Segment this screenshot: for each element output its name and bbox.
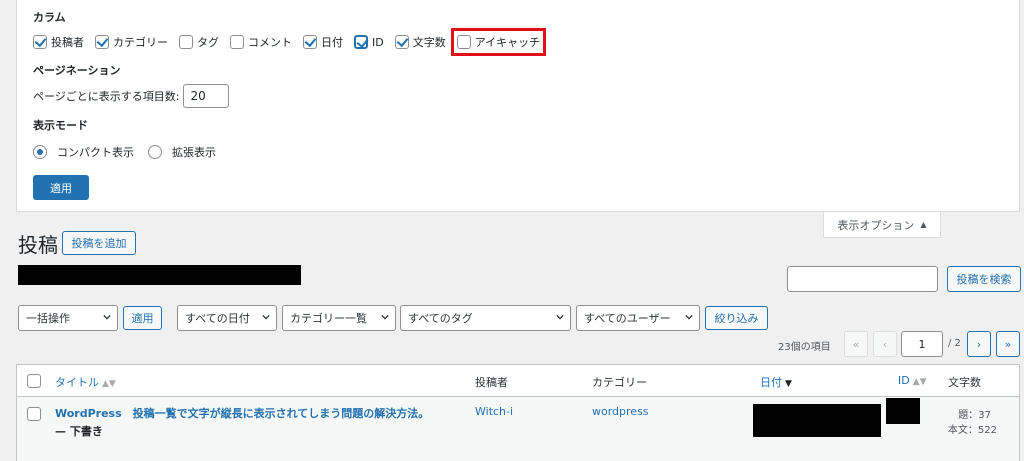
- column-toggle-label: アイキャッチ: [474, 36, 541, 49]
- post-category-link[interactable]: wordpress: [592, 405, 649, 418]
- screen-options-tab-label: 表示オプション: [837, 218, 915, 232]
- category-filter-value: カテゴリー一覧: [290, 312, 367, 325]
- column-toggle-id[interactable]: ID: [354, 33, 384, 51]
- column-toggle-label: タグ: [197, 36, 219, 49]
- post-author-link[interactable]: Witch-i: [475, 405, 513, 418]
- total-pages: / 2: [948, 338, 961, 349]
- per-page-setting: ページごとに表示する項目数:: [33, 84, 229, 108]
- category-filter-select[interactable]: カテゴリー一覧: [282, 305, 396, 331]
- column-header-author: 投稿者: [475, 376, 508, 389]
- tag-filter-select[interactable]: すべてのタグ: [400, 305, 571, 331]
- add-new-post-button[interactable]: 投稿を追加: [62, 231, 136, 255]
- sort-icon: ▲▼: [912, 377, 927, 387]
- date-filter-value: すべての日付: [185, 312, 250, 325]
- column-toggle-label: ID: [372, 35, 384, 49]
- table-header: タイトル ▲▼ 投稿者 カテゴリー 日付 ▼ ID ▲▼ 文字数: [17, 365, 1019, 397]
- radio-unselected-icon[interactable]: [148, 145, 162, 159]
- column-toggle-word-count[interactable]: 文字数: [394, 33, 446, 51]
- chevron-down-icon: [685, 314, 693, 320]
- redacted-area: [18, 265, 301, 285]
- column-toggle-category[interactable]: カテゴリー: [95, 33, 168, 51]
- sort-desc-icon: ▼: [785, 379, 792, 389]
- first-page-button[interactable]: «: [844, 331, 868, 357]
- view-mode-heading: 表示モード: [33, 119, 88, 132]
- screen-options-apply-button[interactable]: 適用: [33, 175, 89, 200]
- chevron-down-icon: [556, 314, 564, 320]
- items-count: 23個の項目: [778, 342, 831, 353]
- checkbox-checked-icon[interactable]: [95, 35, 109, 49]
- filter-button[interactable]: 絞り込み: [705, 306, 768, 330]
- column-header-word-count: 文字数: [948, 376, 981, 389]
- next-page-button[interactable]: ›: [967, 331, 991, 357]
- select-all-checkbox[interactable]: [27, 374, 41, 388]
- posts-table: タイトル ▲▼ 投稿者 カテゴリー 日付 ▼ ID ▲▼ 文字数 WordPress …: [16, 364, 1020, 461]
- user-filter-value: すべてのユーザー: [584, 312, 671, 325]
- radio-selected-icon[interactable]: [33, 145, 47, 159]
- screen-options-panel: カラム 投稿者 カテゴリー タグ コメント 日付 ID 文字数 アイキャッチ ペ…: [16, 0, 1020, 212]
- column-toggle-tags[interactable]: タグ: [179, 33, 219, 51]
- bulk-apply-button[interactable]: 適用: [123, 306, 162, 330]
- column-toggle-date[interactable]: 日付: [303, 33, 343, 51]
- screen-options-tab[interactable]: 表示オプション ▲: [823, 212, 941, 238]
- checkbox-checked-icon[interactable]: [33, 35, 47, 49]
- view-mode-compact[interactable]: コンパクト表示: [33, 144, 134, 160]
- checkbox-unchecked-icon[interactable]: [230, 35, 244, 49]
- checkbox-unchecked-icon[interactable]: [456, 35, 471, 49]
- prev-page-button[interactable]: ‹: [873, 331, 897, 357]
- column-header-category: カテゴリー: [592, 376, 647, 389]
- per-page-label: ページごとに表示する項目数:: [33, 90, 180, 103]
- per-page-input[interactable]: [182, 84, 229, 108]
- tag-filter-value: すべてのタグ: [408, 312, 473, 325]
- table-row: WordPress 投稿一覧で文字が縦長に表示されてしまう問題の解決方法。 — …: [17, 397, 1019, 461]
- checkbox-unchecked-icon[interactable]: [179, 35, 193, 49]
- column-toggle-author[interactable]: 投稿者: [33, 33, 84, 51]
- post-state: — 下書き: [55, 425, 103, 438]
- columns-heading: カラム: [33, 11, 66, 24]
- view-mode-options: コンパクト表示 拡張表示: [33, 144, 230, 160]
- bulk-action-select[interactable]: 一括操作: [18, 305, 118, 331]
- column-toggle-label: カテゴリー: [113, 36, 168, 49]
- column-header-title[interactable]: タイトル ▲▼: [55, 374, 116, 390]
- column-toggle-label: コメント: [248, 36, 292, 49]
- column-id-label: ID: [898, 374, 910, 387]
- bulk-action-value: 一括操作: [26, 312, 70, 325]
- last-page-button[interactable]: »: [996, 331, 1020, 357]
- redacted-date: [753, 404, 881, 437]
- chevron-down-icon: [103, 314, 111, 320]
- column-toggle-featured-image[interactable]: アイキャッチ: [450, 28, 547, 56]
- caret-up-icon: ▲: [920, 220, 927, 229]
- view-mode-label: 拡張表示: [172, 146, 216, 159]
- row-checkbox[interactable]: [27, 407, 41, 421]
- sort-icon: ▲▼: [102, 379, 116, 389]
- checkbox-checked-icon[interactable]: [394, 35, 409, 49]
- view-mode-label: コンパクト表示: [57, 146, 134, 159]
- pagination-heading: ページネーション: [33, 64, 121, 77]
- search-posts-button[interactable]: 投稿を検索: [947, 266, 1021, 292]
- column-header-id[interactable]: ID ▲▼: [898, 374, 927, 387]
- body-char-count: 本文：522: [947, 425, 997, 436]
- column-toggle-comments[interactable]: コメント: [230, 33, 292, 51]
- post-search-input[interactable]: [787, 266, 938, 292]
- title-char-count: 題：37: [958, 410, 991, 421]
- checkbox-checked-icon[interactable]: [354, 35, 368, 49]
- checkbox-checked-icon[interactable]: [303, 35, 317, 49]
- columns-checkbox-row: 投稿者 カテゴリー タグ コメント 日付 ID 文字数 アイキャッチ: [33, 28, 551, 56]
- page-title: 投稿: [18, 233, 58, 257]
- post-title-link[interactable]: WordPress 投稿一覧で文字が縦長に表示されてしまう問題の解決方法。: [55, 405, 429, 421]
- column-toggle-label: 投稿者: [51, 36, 84, 49]
- column-toggle-label: 文字数: [412, 36, 446, 49]
- column-title-label: タイトル: [55, 376, 99, 389]
- column-date-label: 日付: [760, 376, 782, 389]
- chevron-down-icon: [262, 314, 270, 320]
- chevron-down-icon: [381, 314, 389, 320]
- column-header-date[interactable]: 日付 ▼: [760, 374, 792, 390]
- column-toggle-label: 日付: [321, 36, 343, 49]
- current-page-input[interactable]: 1: [901, 331, 943, 357]
- user-filter-select[interactable]: すべてのユーザー: [576, 305, 700, 331]
- view-mode-extended[interactable]: 拡張表示: [148, 144, 216, 160]
- date-filter-select[interactable]: すべての日付: [177, 305, 277, 331]
